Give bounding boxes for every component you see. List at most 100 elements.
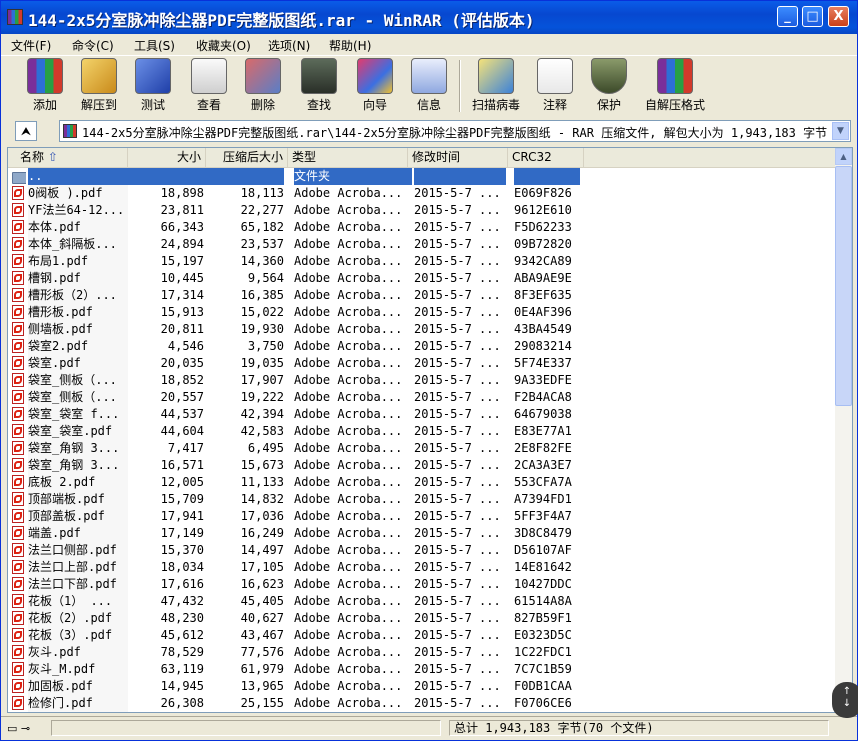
table-row[interactable]: 法兰口侧部.pdf 15,370 14,497 Adobe Acroba... 2015… [8,542,836,559]
table-row[interactable]: 袋室_侧板（... 20,557 19,222 Adobe Acroba... 2015… [8,389,836,406]
chevron-down-icon[interactable]: ▼ [832,122,849,140]
wizard-icon [357,58,393,94]
column-modified[interactable]: 修改时间 [408,148,508,167]
file-list[interactable]: 名称 ⇧ 大小 压缩后大小 类型 修改时间 CRC32 .. 文件夹 0阀板 )… [7,147,853,713]
add-button[interactable]: 添加 [23,58,67,113]
table-row[interactable]: 加固板.pdf 14,945 13,965 Adobe Acroba... 2015-5… [8,678,836,695]
view-button[interactable]: 查看 [187,58,231,113]
drive-key-icon[interactable]: ▭ ⊸ [7,722,30,735]
protect-button[interactable]: 保护 [589,58,629,113]
table-row[interactable]: 检修门.pdf 26,308 25,155 Adobe Acroba... 2015-5… [8,695,836,712]
scroll-float-widget[interactable]: ↑ ↓ [832,682,858,718]
file-crc32: F0706CE6 [514,696,572,710]
table-row[interactable]: 顶部盖板.pdf 17,941 17,036 Adobe Acroba... 2015-… [8,508,836,525]
table-row[interactable]: 灰斗.pdf 78,529 77,576 Adobe Acroba... 2015-5-… [8,644,836,661]
close-button[interactable]: X [828,6,849,27]
table-row[interactable]: 袋室_袋室.pdf 44,604 42,583 Adobe Acroba... 2015… [8,423,836,440]
column-name[interactable]: 名称 ⇧ [8,148,128,167]
list-header: 名称 ⇧ 大小 压缩后大小 类型 修改时间 CRC32 [8,148,836,168]
scroll-up-button[interactable]: ▲ [835,148,852,165]
file-size: 44,537 [160,407,204,421]
table-row[interactable]: 槽钢.pdf 10,445 9,564 Adobe Acroba... 2015-5-7… [8,270,836,287]
table-row[interactable]: 袋室_角钢 3... 16,571 15,673 Adobe Acroba... 201… [8,457,836,474]
table-row[interactable]: 顶部端板.pdf 15,709 14,832 Adobe Acroba... 2015-… [8,491,836,508]
virus-scan-icon [478,58,514,94]
table-row[interactable]: 袋室.pdf 20,035 19,035 Adobe Acroba... 2015-5-… [8,355,836,372]
scroll-thumb[interactable] [835,166,852,406]
table-row[interactable]: 布局1.pdf 15,197 14,360 Adobe Acroba... 2015-5… [8,253,836,270]
file-name: 侧墙板.pdf [28,321,128,338]
pdf-icon [12,322,26,337]
file-name: 槽形板.pdf [28,304,128,321]
path-combobox[interactable]: 144-2x5分室脉冲除尘器PDF完整版图纸.rar\144-2x5分室脉冲除尘… [59,120,851,142]
file-packed-size: 11,133 [240,475,284,489]
table-row[interactable]: 袋室2.pdf 4,546 3,750 Adobe Acroba... 2015-5-7… [8,338,836,355]
file-type: Adobe Acroba... [294,305,403,319]
file-rows: .. 文件夹 0阀板 ).pdf 18,898 18,113 Adobe Acroba… [8,168,836,712]
info-button[interactable]: 信息 [409,58,449,113]
table-row[interactable]: 侧墙板.pdf 20,811 19,930 Adobe Acroba... 2015-5… [8,321,836,338]
parent-folder-row[interactable]: .. 文件夹 [8,168,836,185]
file-type: Adobe Acroba... [294,628,403,642]
column-type[interactable]: 类型 [288,148,408,167]
file-name: 袋室_侧板（... [28,372,128,389]
file-size: 47,432 [160,594,204,608]
delete-icon [245,58,281,94]
table-row[interactable]: YF法兰64-12... 23,811 22,277 Adobe Acroba... 2… [8,202,836,219]
menu-tools[interactable]: 工具(S) [134,37,175,54]
up-folder-button[interactable]: ⮝ [15,121,37,141]
file-name: 袋室_角钢 3... [28,440,128,457]
extract-to-button[interactable]: 解压到 [75,58,123,113]
table-row[interactable]: 袋室_侧板（... 18,852 17,907 Adobe Acroba... 2015… [8,372,836,389]
table-row[interactable]: 法兰口下部.pdf 17,616 16,623 Adobe Acroba... 2015… [8,576,836,593]
file-size: 20,811 [160,322,204,336]
menu-favorites[interactable]: 收藏夹(O) [196,37,251,54]
menu-commands[interactable]: 命令(C) [72,37,114,54]
table-row[interactable]: 灰斗_M.pdf 63,119 61,979 Adobe Acroba... 2015-… [8,661,836,678]
wizard-button[interactable]: 向导 [353,58,397,113]
table-row[interactable]: 花板（1） ... 47,432 45,405 Adobe Acroba... 2015… [8,593,836,610]
table-row[interactable]: 袋室_袋室 f... 44,537 42,394 Adobe Acroba... 201… [8,406,836,423]
file-size: 15,913 [160,305,204,319]
sfx-button[interactable]: 自解压格式 [641,58,709,113]
file-type: Adobe Acroba... [294,679,403,693]
winrar-app-icon[interactable] [7,9,23,25]
table-row[interactable]: 槽形板（2）... 17,314 16,385 Adobe Acroba... 2015… [8,287,836,304]
file-type: Adobe Acroba... [294,322,403,336]
menu-file[interactable]: 文件(F) [11,37,51,54]
table-row[interactable]: 0阀板 ).pdf 18,898 18,113 Adobe Acroba... 2015… [8,185,836,202]
file-name: 袋室_袋室 f... [28,406,128,423]
file-type: Adobe Acroba... [294,339,403,353]
file-packed-size: 15,022 [240,305,284,319]
column-packed[interactable]: 压缩后大小 [206,148,288,167]
table-row[interactable]: 袋室_角钢 3... 7,417 6,495 Adobe Acroba... 2015-… [8,440,836,457]
menu-options[interactable]: 选项(N) [268,37,310,54]
virus-scan-button[interactable]: 扫描病毒 [467,58,525,113]
maximize-button[interactable]: □ [802,6,823,27]
table-row[interactable]: 槽形板.pdf 15,913 15,022 Adobe Acroba... 2015-5… [8,304,836,321]
test-button[interactable]: 测试 [133,58,173,113]
minimize-button[interactable]: _ [777,6,798,27]
file-crc32: 09B72820 [514,237,572,251]
table-row[interactable]: 花板（2）.pdf 48,230 40,627 Adobe Acroba... 2015… [8,610,836,627]
file-packed-size: 6,495 [247,441,284,455]
pdf-icon [12,628,26,643]
vertical-scrollbar[interactable]: ▲ ▼ [835,148,852,712]
table-row[interactable]: 本体.pdf 66,343 65,182 Adobe Acroba... 2015-5-… [8,219,836,236]
table-row[interactable]: 本体_斜隔板... 24,894 23,537 Adobe Acroba... 2015… [8,236,836,253]
file-type: Adobe Acroba... [294,696,403,710]
table-row[interactable]: 端盖.pdf 17,149 16,249 Adobe Acroba... 2015-5-… [8,525,836,542]
table-row[interactable]: 法兰口上部.pdf 18,034 17,105 Adobe Acroba... 2015… [8,559,836,576]
table-row[interactable]: 花板（3）.pdf 45,612 43,467 Adobe Acroba... 2015… [8,627,836,644]
menu-help[interactable]: 帮助(H) [329,37,371,54]
find-button[interactable]: 查找 [297,58,341,113]
delete-button[interactable]: 删除 [243,58,283,113]
comment-button[interactable]: 注释 [535,58,575,113]
table-row[interactable]: 底板 2.pdf 12,005 11,133 Adobe Acroba... 2015-… [8,474,836,491]
column-size[interactable]: 大小 [128,148,206,167]
file-type: Adobe Acroba... [294,458,403,472]
column-crc32[interactable]: CRC32 [508,148,584,167]
title-bar[interactable]: 144-2x5分室脉冲除尘器PDF完整版图纸.rar - WinRAR (评估版… [1,1,857,34]
file-modified: 2015-5-7 ... [414,611,501,625]
file-type: Adobe Acroba... [294,390,403,404]
